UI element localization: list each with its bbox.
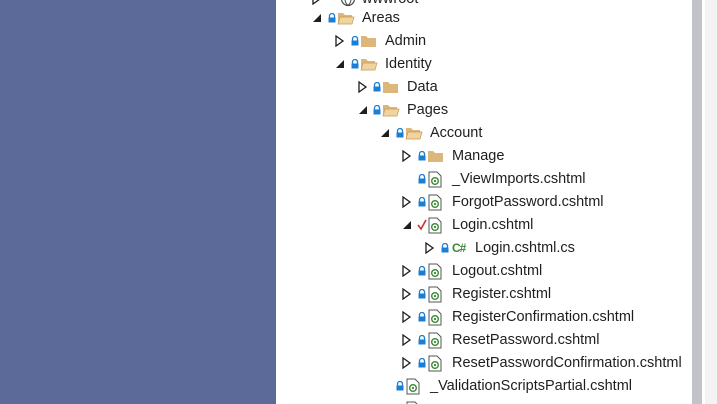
tree-item-areas[interactable]: Areas	[276, 7, 688, 30]
tree-item-validationscriptspartial[interactable]: _ValidationScriptsPartial.cshtml	[276, 375, 688, 398]
lock-icon	[396, 122, 405, 145]
tree-item-label: ForgotPassword.cshtml	[452, 194, 604, 210]
folder-open-icon	[405, 122, 423, 145]
expand-arrow-icon[interactable]	[402, 306, 414, 329]
expand-arrow-icon[interactable]	[402, 260, 414, 283]
collapse-arrow-icon[interactable]	[358, 99, 370, 122]
lock-icon	[418, 145, 427, 168]
tree-item-label: Data	[407, 79, 438, 95]
folder-open-icon	[360, 53, 378, 76]
razor-file-icon	[428, 306, 446, 329]
razor-file-icon	[428, 214, 446, 237]
tree-item-label: RegisterConfirmation.cshtml	[452, 309, 635, 325]
tree-item-data[interactable]: Data	[276, 76, 688, 99]
tree-item-forgotpassword[interactable]: ForgotPassword.cshtml	[276, 191, 688, 214]
folder-open-icon	[382, 99, 400, 122]
window-edge	[705, 0, 717, 404]
tree-item-label: Areas	[362, 10, 400, 26]
tree-item-register[interactable]: Register.cshtml	[276, 283, 688, 306]
lock-icon	[418, 306, 427, 329]
tree-item-pages[interactable]: Pages	[276, 99, 688, 122]
expand-arrow-icon[interactable]	[358, 76, 370, 99]
tree-item-label: _ViewImports.cshtml	[452, 171, 586, 187]
tree-item-label: _ValidationScriptsPartial.cshtml	[430, 378, 633, 394]
expand-arrow-icon[interactable]	[402, 352, 414, 375]
tree-item-label: Account	[430, 125, 483, 141]
razor-file-icon	[428, 283, 446, 306]
lock-icon	[418, 329, 427, 352]
collapse-arrow-icon[interactable]	[312, 7, 324, 30]
razor-file-icon	[428, 352, 446, 375]
lock-icon	[418, 283, 427, 306]
tree-item-label: ResetPassword.cshtml	[452, 332, 600, 348]
razor-file-icon	[428, 168, 446, 191]
tree-item-login-cs[interactable]: C# Login.cshtml.cs	[276, 237, 688, 260]
tree-item-logout[interactable]: Logout.cshtml	[276, 260, 688, 283]
expand-arrow-icon[interactable]	[402, 191, 414, 214]
scrollbar-thumb[interactable]	[692, 0, 702, 404]
tree-item-manage[interactable]: Manage	[276, 145, 688, 168]
lock-icon	[441, 237, 450, 260]
tree-item-label: Manage	[452, 148, 505, 164]
expand-arrow-icon[interactable]	[335, 30, 347, 53]
expand-arrow-icon[interactable]	[402, 145, 414, 168]
tree-item-label: Logout.cshtml	[452, 263, 543, 279]
expand-arrow-icon[interactable]	[425, 237, 437, 260]
tree-item-registerconfirmation[interactable]: RegisterConfirmation.cshtml	[276, 306, 688, 329]
lock-icon	[351, 53, 360, 76]
collapse-arrow-icon[interactable]	[402, 214, 414, 237]
folder-icon	[427, 145, 445, 168]
tree-item-partial-bottom[interactable]	[276, 398, 688, 404]
tree-item-account[interactable]: Account	[276, 122, 688, 145]
folder-icon	[360, 30, 378, 53]
tree-item-identity[interactable]: Identity	[276, 53, 688, 76]
lock-icon	[396, 375, 405, 398]
lock-icon	[351, 30, 360, 53]
solution-explorer-tree: wwwroot Areas Admin	[276, 0, 688, 404]
expand-arrow-icon[interactable]	[402, 329, 414, 352]
tree-item-resetpassword[interactable]: ResetPassword.cshtml	[276, 329, 688, 352]
tree-item-login[interactable]: Login.cshtml	[276, 214, 688, 237]
tree-item-label: Register.cshtml	[452, 286, 552, 302]
lock-icon	[418, 191, 427, 214]
tree-item-label: Login.cshtml	[452, 217, 534, 233]
lock-icon	[418, 260, 427, 283]
folder-icon	[382, 76, 400, 99]
tree-item-label: Admin	[385, 33, 427, 49]
razor-file-icon	[406, 375, 424, 398]
tree-item-viewimports[interactable]: _ViewImports.cshtml	[276, 168, 688, 191]
lock-icon	[373, 99, 382, 122]
collapse-arrow-icon[interactable]	[335, 53, 347, 76]
expand-arrow-icon[interactable]	[402, 283, 414, 306]
lock-icon	[418, 168, 427, 191]
csharp-file-icon: C#	[452, 241, 466, 255]
tree-item-admin[interactable]: Admin	[276, 30, 688, 53]
tree-item-label: Login.cshtml.cs	[475, 240, 575, 256]
collapse-arrow-icon[interactable]	[380, 122, 392, 145]
file-icon	[406, 398, 424, 404]
lock-icon	[373, 76, 382, 99]
razor-file-icon	[428, 260, 446, 283]
razor-file-icon	[428, 191, 446, 214]
lock-icon	[418, 352, 427, 375]
tree-item-label: ResetPasswordConfirmation.cshtml	[452, 355, 682, 371]
lock-icon	[328, 7, 337, 30]
razor-file-icon	[428, 329, 446, 352]
folder-open-icon	[337, 7, 355, 30]
checked-out-icon	[417, 214, 427, 237]
tree-item-resetpasswordconfirmation[interactable]: ResetPasswordConfirmation.cshtml	[276, 352, 688, 375]
tree-item-label: Identity	[385, 56, 432, 72]
tree-item-label: Pages	[407, 102, 449, 118]
